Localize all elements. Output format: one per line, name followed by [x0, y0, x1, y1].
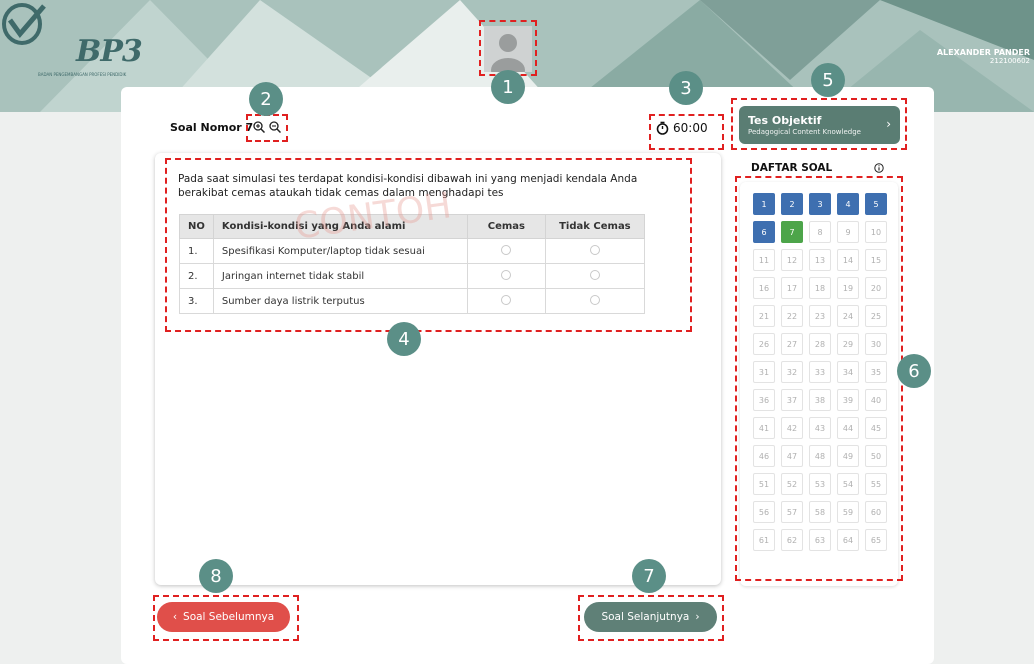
callout-7: 7 [632, 559, 666, 593]
annotation-box-zoom [246, 114, 288, 142]
annotation-box-timer [649, 114, 724, 150]
info-icon[interactable] [874, 163, 884, 173]
annotation-box-prev [153, 595, 299, 641]
callout-4: 4 [387, 322, 421, 356]
annotation-box-avatar [479, 20, 537, 76]
annotation-box-question-list [735, 176, 903, 581]
annotation-box-next [578, 595, 724, 641]
callout-2: 2 [249, 82, 283, 116]
callout-5: 5 [811, 63, 845, 97]
callout-6: 6 [897, 354, 931, 388]
annotation-box-section [731, 98, 907, 150]
callout-3: 3 [669, 71, 703, 105]
callout-8: 8 [199, 559, 233, 593]
annotation-box-question [165, 158, 692, 332]
user-id: 212100602 [989, 57, 1030, 65]
question-number-label: Soal Nomor 7 [170, 121, 254, 134]
callout-1: 1 [491, 70, 525, 104]
user-name: ALEXANDER PANDER [936, 48, 1030, 57]
logo-subtitle: BADAN PENGEMBANGAN PROFESI PENDIDIK [38, 72, 127, 77]
user-info: ALEXANDER PANDER 212100602 [937, 48, 1030, 65]
question-list-title: DAFTAR SOAL [751, 162, 833, 174]
logo-text: BP3 [76, 34, 143, 69]
